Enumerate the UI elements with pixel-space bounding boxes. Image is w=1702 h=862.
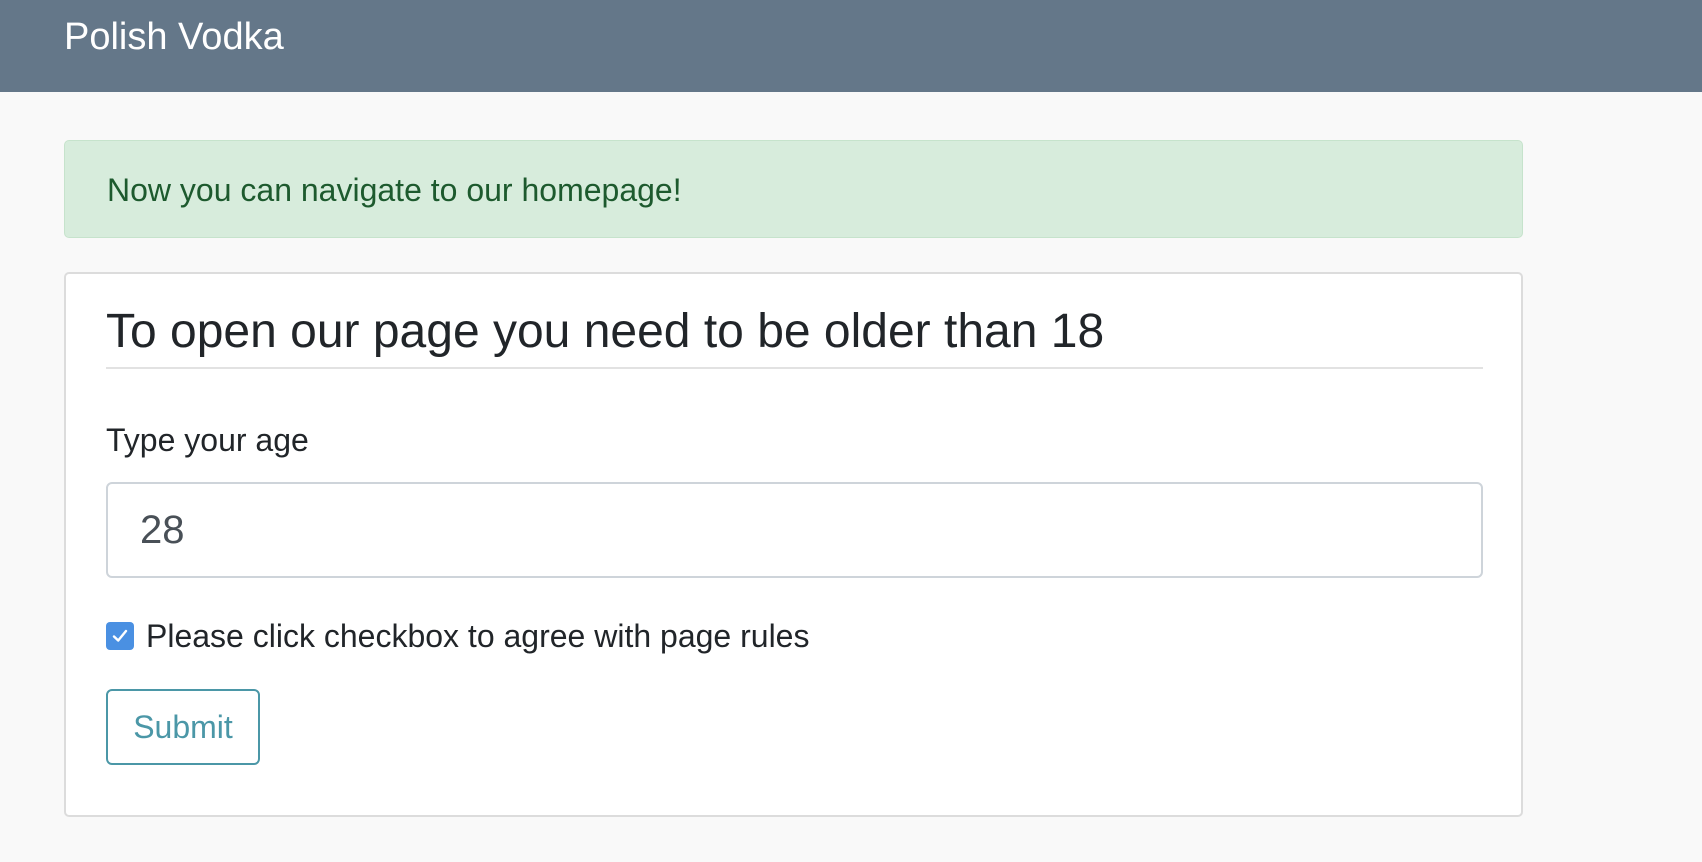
age-verification-card: To open our page you need to be older th…	[64, 272, 1523, 817]
brand-link[interactable]: Polish Vodka	[64, 14, 284, 60]
alert-message: Now you can navigate to our homepage!	[107, 172, 682, 208]
title-divider	[106, 367, 1483, 369]
form-title: To open our page you need to be older th…	[106, 305, 1105, 358]
age-label: Type your age	[106, 422, 309, 458]
age-input[interactable]	[106, 482, 1483, 578]
rules-checkbox-label[interactable]: Please click checkbox to agree with page…	[146, 616, 809, 656]
rules-checkbox[interactable]	[106, 622, 134, 650]
rules-checkbox-row[interactable]: Please click checkbox to agree with page…	[106, 616, 809, 656]
success-alert: Now you can navigate to our homepage!	[64, 140, 1523, 238]
check-icon	[112, 629, 128, 642]
navbar: Polish Vodka	[0, 0, 1702, 92]
submit-button[interactable]: Submit	[106, 689, 260, 765]
